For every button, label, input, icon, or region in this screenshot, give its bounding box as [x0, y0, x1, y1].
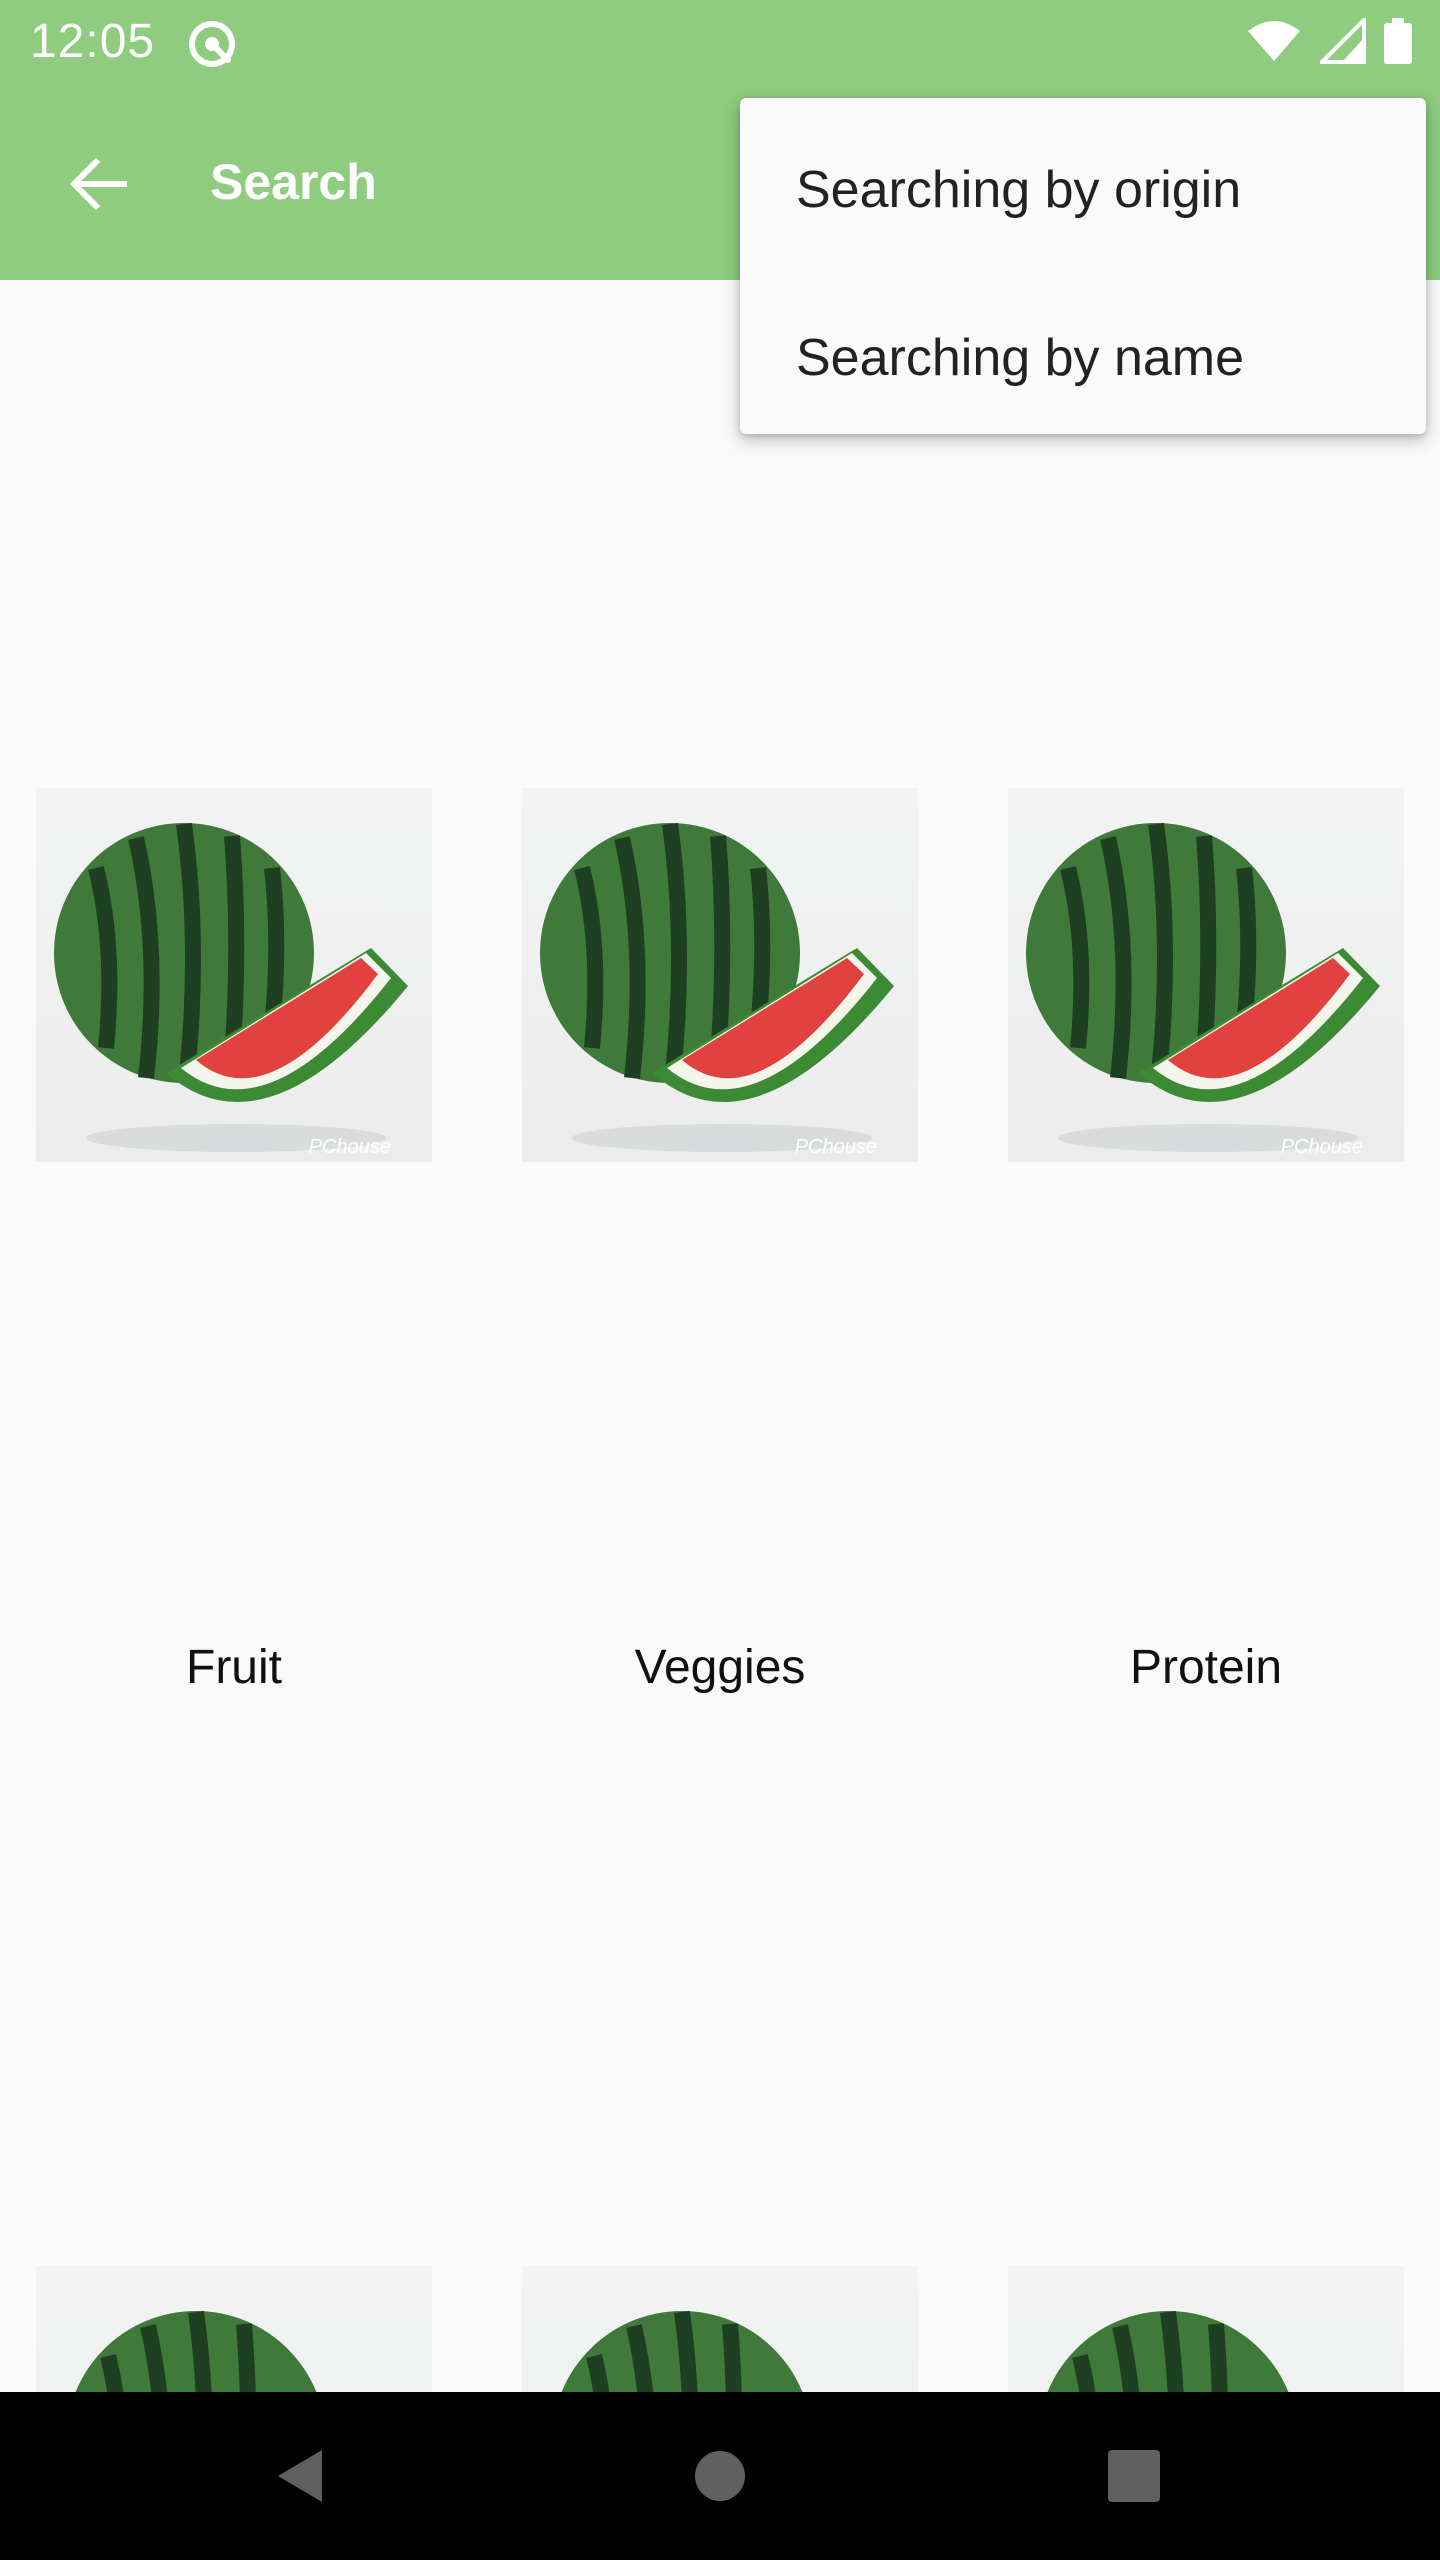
nav-back-button[interactable]	[250, 2426, 350, 2526]
back-button[interactable]	[48, 134, 148, 234]
menu-item-search-by-origin[interactable]: Searching by origin	[740, 114, 1426, 266]
watermark-text: PChouse	[309, 1136, 391, 1158]
home-circle-icon	[695, 2451, 745, 2501]
system-nav-bar	[0, 2392, 1440, 2560]
watermelon-image	[561, 2310, 803, 2392]
watermelon-image	[75, 2310, 317, 2392]
status-bar: 12:05	[0, 0, 1440, 84]
arrow-back-icon	[69, 157, 127, 211]
category-image-row2-1[interactable]	[36, 2266, 432, 2392]
overflow-menu: Searching by origin Searching by name	[740, 98, 1426, 434]
watermark-text: PChouse	[1281, 1136, 1363, 1158]
menu-item-search-by-name[interactable]: Searching by name	[740, 282, 1426, 434]
category-label-protein[interactable]: Protein	[1008, 1638, 1404, 1698]
category-label-veggies[interactable]: Veggies	[522, 1638, 918, 1698]
page-title: Search	[210, 154, 377, 210]
category-image-fruit[interactable]: PChouse	[36, 788, 432, 1162]
watermelon-image: PChouse	[1026, 822, 1380, 1158]
watermark-text: PChouse	[795, 1136, 877, 1158]
watermelon-image: PChouse	[540, 822, 894, 1158]
category-image-protein[interactable]: PChouse	[1008, 788, 1404, 1162]
category-label-fruit[interactable]: Fruit	[36, 1638, 432, 1698]
nav-recents-button[interactable]	[1084, 2426, 1184, 2526]
wifi-icon	[1248, 21, 1300, 61]
cellular-signal-icon	[1320, 18, 1366, 64]
battery-icon	[1384, 18, 1412, 64]
category-image-row2-2[interactable]	[522, 2266, 918, 2392]
category-grid: PChouse PChouse PChouse Fruit Veggies Pr…	[0, 280, 1440, 2392]
status-time: 12:05	[30, 15, 156, 68]
watermelon-image: PChouse	[54, 822, 408, 1158]
watermelon-image	[1047, 2310, 1289, 2392]
app-notification-icon	[189, 21, 235, 67]
category-image-veggies[interactable]: PChouse	[522, 788, 918, 1162]
nav-home-button[interactable]	[670, 2426, 770, 2526]
back-triangle-icon	[278, 2450, 322, 2502]
recents-square-icon	[1108, 2450, 1160, 2502]
category-image-row2-3[interactable]	[1008, 2266, 1404, 2392]
